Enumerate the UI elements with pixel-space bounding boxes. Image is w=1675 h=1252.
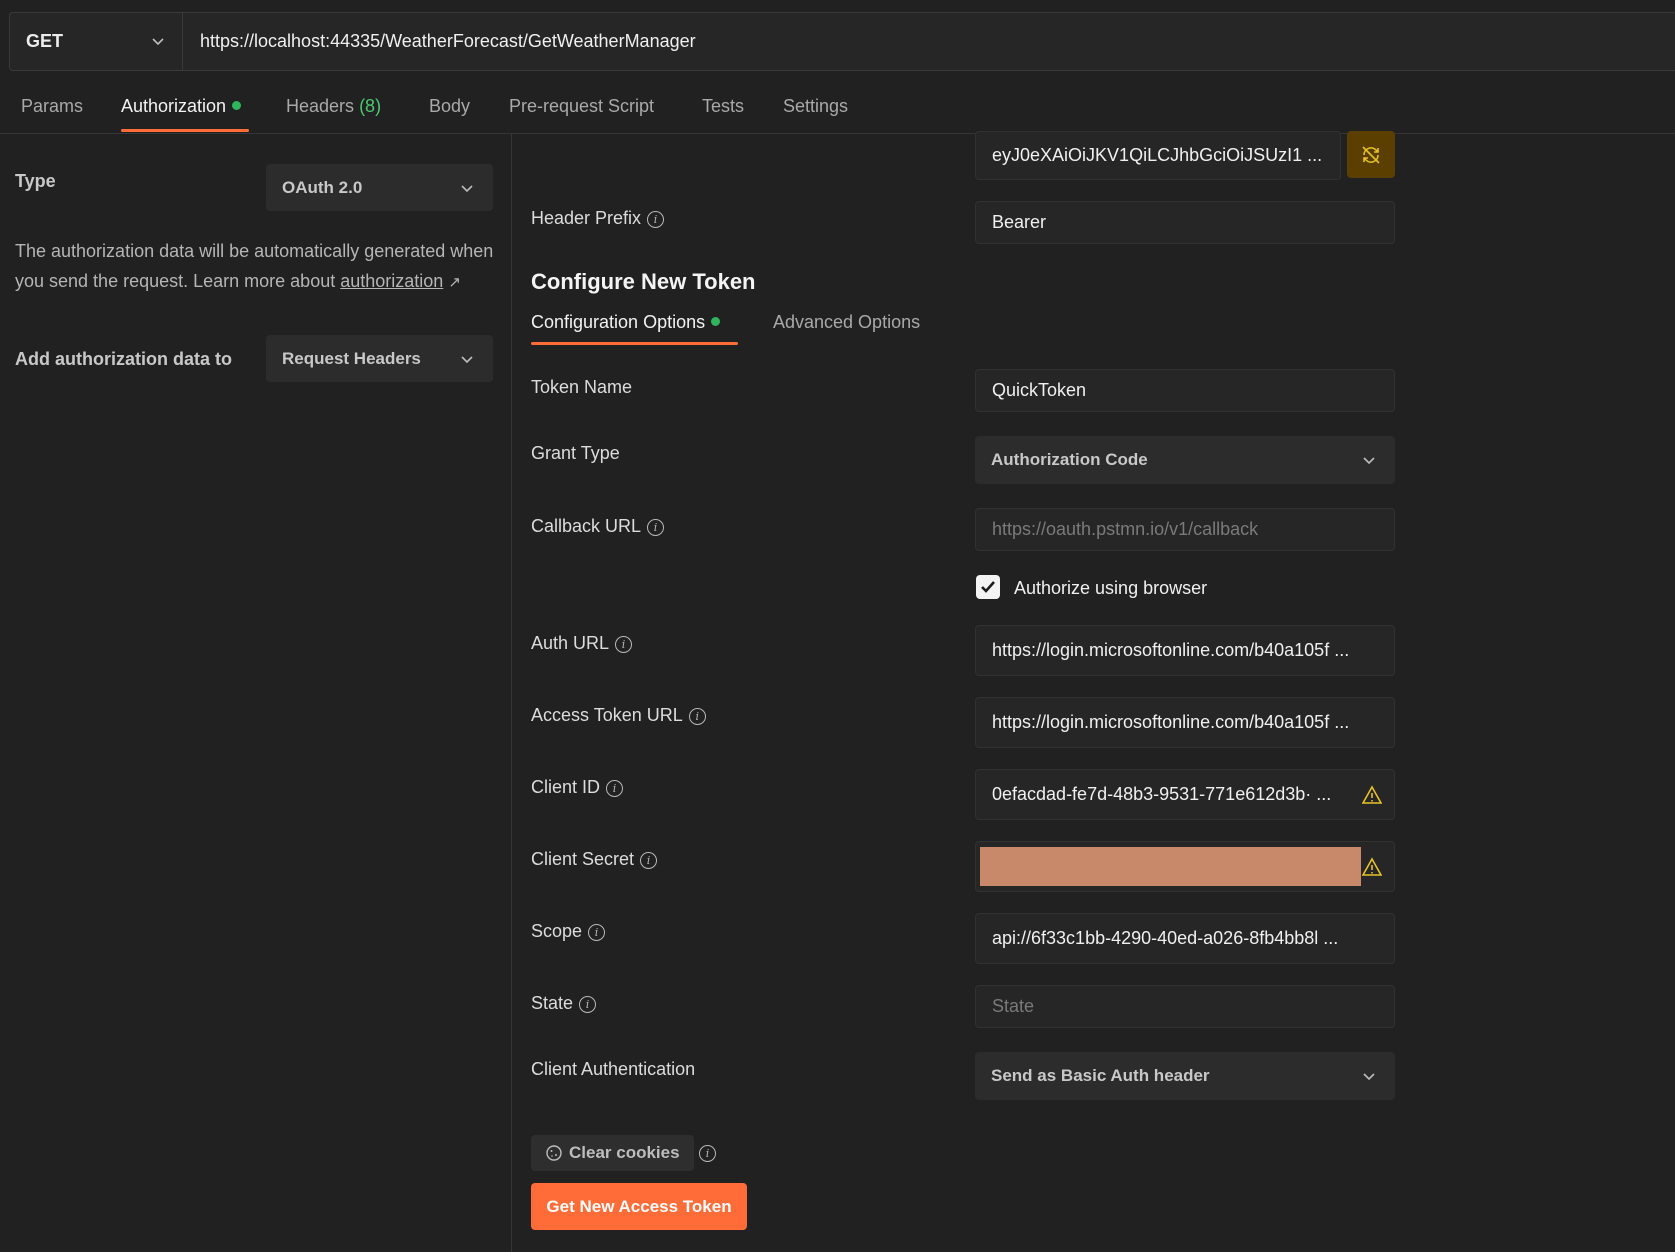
client-id-label: Client ID i: [531, 777, 624, 798]
authorize-browser-checkbox[interactable]: [976, 575, 1000, 599]
scope-label: Scope i: [531, 921, 606, 942]
info-icon[interactable]: i: [647, 519, 665, 536]
tab-pre-request-script[interactable]: Pre-request Script: [509, 96, 654, 117]
state-label: State i: [531, 993, 597, 1014]
tab-authorization-label: Authorization: [121, 96, 227, 116]
active-subtab-indicator: [531, 342, 738, 345]
grant-type-label: Grant Type: [531, 443, 620, 463]
client-id-value: 0efacdad-fe7d-48b3-9531-771e612d3b· ...: [992, 784, 1332, 804]
warning-icon: [1362, 784, 1382, 804]
header-prefix-input[interactable]: Bearer: [975, 201, 1395, 244]
add-auth-to-select[interactable]: Request Headers: [266, 335, 493, 382]
info-icon[interactable]: i: [615, 636, 633, 653]
info-icon[interactable]: i: [588, 924, 606, 941]
configure-token-title: Configure New Token: [531, 269, 756, 294]
scope-input[interactable]: api://6f33c1bb-4290-40ed-a026-8fb4bb8l .…: [975, 913, 1395, 964]
clear-cookies-button[interactable]: Clear cookies: [531, 1135, 694, 1171]
callback-url-label-text: Callback URL: [531, 516, 642, 536]
status-dot-icon: [711, 317, 721, 326]
token-name-input[interactable]: QuickToken: [975, 369, 1395, 412]
info-icon[interactable]: i: [688, 708, 706, 725]
access-token-url-label: Access Token URL i: [531, 705, 706, 726]
chevron-down-icon: [461, 355, 473, 363]
auth-description: The authorization data will be automatic…: [15, 236, 495, 298]
method-label: GET: [26, 31, 64, 51]
panel-divider: [511, 134, 512, 1252]
client-auth-label: Client Authentication: [531, 1059, 696, 1079]
status-dot-icon: [232, 101, 242, 110]
request-tabs: Params Authorization Headers (8) Body Pr…: [0, 78, 1675, 134]
state-input[interactable]: State: [975, 985, 1395, 1028]
warning-icon: [1362, 856, 1382, 876]
subtab-configuration-label: Configuration Options: [531, 312, 706, 332]
cookie-icon: [546, 1145, 562, 1161]
tab-body[interactable]: Body: [429, 96, 470, 117]
auth-type-select[interactable]: OAuth 2.0: [266, 164, 493, 211]
info-icon[interactable]: i: [699, 1145, 716, 1162]
info-icon[interactable]: i: [579, 996, 597, 1013]
headers-count-badge: (8): [359, 96, 382, 116]
clear-cookies-label: Clear cookies: [569, 1143, 680, 1162]
info-icon[interactable]: i: [647, 211, 665, 228]
type-label: Type: [15, 171, 56, 191]
access-token-url-label-text: Access Token URL: [531, 705, 683, 725]
authorization-link[interactable]: authorization: [340, 271, 443, 291]
auth-url-label: Auth URL i: [531, 633, 633, 654]
callback-url-label: Callback URL i: [531, 516, 665, 537]
method-select[interactable]: GET: [10, 13, 183, 70]
request-bar: GET https://localhost:44335/WeatherForec…: [9, 12, 1675, 71]
client-id-label-text: Client ID: [531, 777, 601, 797]
sync-off-icon: [1362, 145, 1380, 164]
info-icon[interactable]: i: [606, 780, 624, 797]
client-id-input[interactable]: 0efacdad-fe7d-48b3-9531-771e612d3b· ...: [975, 769, 1395, 820]
active-tab-indicator: [121, 129, 249, 132]
scope-label-text: Scope: [531, 921, 583, 941]
add-auth-to-label: Add authorization data to: [15, 349, 232, 369]
chevron-down-icon: [1363, 457, 1375, 465]
tab-authorization[interactable]: Authorization: [121, 96, 242, 117]
access-token-field[interactable]: eyJ0eXAiOiJKV1QiLCJhbGciOiJSUzI1 ...: [975, 131, 1341, 180]
get-new-access-token-button[interactable]: Get New Access Token: [531, 1183, 747, 1230]
add-auth-to-value: Request Headers: [282, 348, 421, 368]
state-label-text: State: [531, 993, 574, 1013]
redacted-secret: [980, 847, 1361, 886]
grant-type-value: Authorization Code: [991, 450, 1148, 469]
checkmark-icon: [981, 581, 995, 593]
tab-headers-label: Headers: [286, 96, 355, 116]
header-prefix-label-text: Header Prefix: [531, 208, 642, 228]
client-secret-input[interactable]: [975, 841, 1395, 892]
auth-url-input[interactable]: https://login.microsoftonline.com/b40a10…: [975, 625, 1395, 676]
authorize-browser-label: Authorize using browser: [1014, 578, 1208, 598]
callback-url-input[interactable]: https://oauth.pstmn.io/v1/callback: [975, 508, 1395, 551]
chevron-down-icon: [461, 184, 473, 192]
chevron-down-icon: [152, 38, 164, 46]
chevron-down-icon: [1363, 1073, 1375, 1081]
client-secret-label: Client Secret i: [531, 849, 658, 870]
grant-type-select[interactable]: Authorization Code: [975, 436, 1395, 484]
tab-headers[interactable]: Headers (8): [286, 96, 381, 117]
info-icon[interactable]: i: [640, 852, 658, 869]
tab-tests[interactable]: Tests: [702, 96, 744, 117]
client-auth-value: Send as Basic Auth header: [991, 1066, 1210, 1085]
client-secret-label-text: Client Secret: [531, 849, 635, 869]
external-link-icon: ↗: [448, 274, 461, 291]
tab-params[interactable]: Params: [21, 96, 83, 117]
auth-type-value: OAuth 2.0: [282, 177, 363, 197]
token-name-label: Token Name: [531, 377, 633, 397]
tab-settings[interactable]: Settings: [783, 96, 848, 117]
header-prefix-label: Header Prefix i: [531, 208, 665, 229]
access-token-url-input[interactable]: https://login.microsoftonline.com/b40a10…: [975, 697, 1395, 748]
token-sync-button[interactable]: [1347, 131, 1395, 178]
auth-url-label-text: Auth URL: [531, 633, 610, 653]
subtab-advanced-options[interactable]: Advanced Options: [773, 312, 920, 333]
url-input[interactable]: https://localhost:44335/WeatherForecast/…: [200, 13, 696, 70]
subtab-configuration-options[interactable]: Configuration Options: [531, 312, 721, 333]
client-auth-select[interactable]: Send as Basic Auth header: [975, 1052, 1395, 1100]
